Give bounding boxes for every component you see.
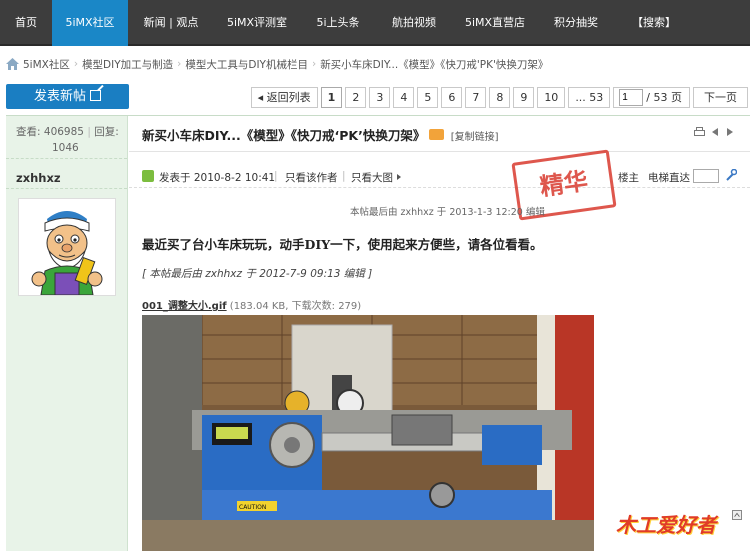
page-last-link[interactable]: ... 53 bbox=[568, 86, 611, 108]
lathe-image: CAUTION bbox=[142, 315, 594, 551]
author-name[interactable]: zxhhxz bbox=[6, 167, 127, 189]
edit-icon bbox=[90, 90, 101, 101]
views-label: 查看: bbox=[16, 126, 41, 138]
nav-item-search[interactable]: 【搜索】 bbox=[614, 0, 694, 46]
page-3-link[interactable]: 3 bbox=[369, 86, 391, 108]
page-2-link[interactable]: 2 bbox=[345, 86, 367, 108]
nav-item-headline[interactable]: 5i上头条 bbox=[300, 0, 376, 46]
new-post-label: 发表新帖 bbox=[33, 89, 86, 104]
replies-count: 1046 bbox=[52, 142, 79, 154]
nav-item-lottery[interactable]: 积分抽奖 bbox=[538, 0, 614, 46]
post-title-text: 新买小车床DIY...《模型》《快刀戒‘PK’快换刀架》 bbox=[142, 128, 426, 143]
breadcrumb-separator: › bbox=[73, 58, 79, 70]
replies-label: 回复: bbox=[94, 126, 119, 138]
breadcrumb-separator: › bbox=[177, 58, 182, 70]
elevator-label: 电梯直达 bbox=[648, 172, 690, 184]
post-title-row: 新买小车床DIY...《模型》《快刀戒‘PK’快换刀架》 [复制链接] bbox=[129, 116, 750, 152]
stats-divider: | bbox=[87, 126, 91, 138]
post-date: 发表于 2010-8-2 10:41 bbox=[159, 172, 276, 184]
attachment: 001_调整大小.gif (183.04 KB, 下载次数: 279) bbox=[142, 297, 361, 312]
back-to-list-button[interactable]: ◂ 返回列表 bbox=[250, 86, 318, 108]
nav-item-store[interactable]: 5iMX直营店 bbox=[452, 0, 538, 46]
nav-item-community[interactable]: 5iMX社区 bbox=[52, 0, 128, 46]
meta-divider: | bbox=[342, 170, 346, 182]
breadcrumb-item[interactable]: 模型大工具与DIY机械栏目 bbox=[185, 57, 308, 72]
print-icon[interactable] bbox=[694, 127, 705, 137]
nav-item-review[interactable]: 5iMX评测室 bbox=[214, 0, 300, 46]
avatar-cartoon bbox=[19, 199, 115, 296]
big-picture-link[interactable]: 只看大图 bbox=[351, 170, 401, 185]
prev-thread-icon[interactable] bbox=[710, 127, 720, 137]
page-jump-input[interactable] bbox=[619, 88, 644, 106]
big-picture-arrow-icon bbox=[397, 174, 401, 180]
breadcrumb: 5iMX社区 › 模型DIY加工与制造 › 模型大工具与DIY机械栏目 › 新买小车床… bbox=[6, 56, 548, 72]
page-7-link[interactable]: 7 bbox=[465, 86, 487, 108]
breadcrumb-item[interactable]: 模型DIY加工与制造 bbox=[82, 57, 173, 72]
pagination: ◂ 返回列表 1 2 3 4 5 6 7 8 9 10 ... 53 / 53 … bbox=[248, 86, 748, 108]
breadcrumb-item[interactable]: 5iMX社区 bbox=[23, 57, 70, 72]
page-5-link[interactable]: 5 bbox=[417, 86, 439, 108]
avatar[interactable] bbox=[18, 198, 116, 296]
vip-icon bbox=[429, 129, 445, 140]
breadcrumb-separator: › bbox=[311, 58, 317, 70]
views-count: 406985 bbox=[43, 126, 84, 138]
home-icon[interactable] bbox=[6, 58, 19, 70]
nav-item-news[interactable]: 新闻 | 观点 bbox=[128, 0, 214, 46]
post-meta-row: 发表于 2010-8-2 10:41 | 只看该作者 | 只看大图 楼主 电梯直… bbox=[129, 166, 750, 188]
page-1-link[interactable]: 1 bbox=[320, 86, 343, 108]
title-tools bbox=[694, 127, 735, 137]
last-edit-note: 本帖最后由 zxhhxz 于 2013-1-3 12:20 编辑 bbox=[350, 207, 545, 218]
copy-link[interactable]: [复制链接] bbox=[451, 132, 499, 143]
author-only-link[interactable]: 只看该作者 bbox=[285, 170, 338, 185]
lathe-photo[interactable]: CAUTION bbox=[142, 315, 594, 551]
caution-label: CAUTION bbox=[239, 504, 266, 511]
post-container: 查看: 406985 | 回复: 1046 zxhhxz 新买小车床DIY...… bbox=[6, 115, 750, 551]
breadcrumb-item[interactable]: 新买小车床DIY...《模型》《快刀戒'PK'快换刀架》 bbox=[320, 57, 548, 72]
page-9-link[interactable]: 9 bbox=[513, 86, 535, 108]
watermark-logo: 木工爱好者 bbox=[616, 513, 716, 537]
online-status-icon bbox=[142, 170, 154, 182]
new-post-button[interactable]: 发表新帖 bbox=[6, 84, 129, 109]
next-thread-icon[interactable] bbox=[725, 127, 735, 137]
attachment-info: (183.04 KB, 下载次数: 279) bbox=[229, 301, 362, 312]
wrench-icon[interactable] bbox=[725, 169, 737, 181]
thread-stats: 查看: 406985 | 回复: 1046 bbox=[6, 116, 127, 159]
floor-owner-label: 楼主 bbox=[618, 172, 639, 184]
attachment-name[interactable]: 001_调整大小.gif bbox=[142, 301, 227, 312]
post-body: 最近买了台小车床玩玩，动手DIY一下，使用起来方便些，请各位看看。 bbox=[142, 237, 543, 252]
page-4-link[interactable]: 4 bbox=[393, 86, 415, 108]
meta-divider: | bbox=[274, 170, 278, 182]
top-nav: 首页 5iMX社区 新闻 | 观点 5iMX评测室 5i上头条 航拍视频 5iM… bbox=[0, 0, 750, 46]
nav-item-home[interactable]: 首页 bbox=[0, 0, 52, 46]
page-10-link[interactable]: 10 bbox=[537, 86, 566, 108]
page-6-link[interactable]: 6 bbox=[441, 86, 463, 108]
next-page-button[interactable]: 下一页 bbox=[693, 86, 748, 108]
nav-item-aerial-video[interactable]: 航拍视频 bbox=[376, 0, 452, 46]
page-8-link[interactable]: 8 bbox=[489, 86, 511, 108]
post-title: 新买小车床DIY...《模型》《快刀戒‘PK’快换刀架》 [复制链接] bbox=[142, 125, 499, 144]
post-main: 新买小车床DIY...《模型》《快刀戒‘PK’快换刀架》 [复制链接] 发表于 … bbox=[129, 116, 750, 551]
big-picture-label: 只看大图 bbox=[351, 172, 393, 184]
author-sidebar: 查看: 406985 | 回复: 1046 zxhhxz bbox=[6, 116, 128, 551]
elevator-input[interactable] bbox=[693, 169, 719, 183]
page-total: / 53 页 bbox=[646, 90, 682, 104]
page-jump: / 53 页 bbox=[613, 86, 690, 108]
edit-note: [ 本帖最后由 zxhhxz 于 2012-7-9 09:13 编辑 ] bbox=[142, 268, 373, 280]
